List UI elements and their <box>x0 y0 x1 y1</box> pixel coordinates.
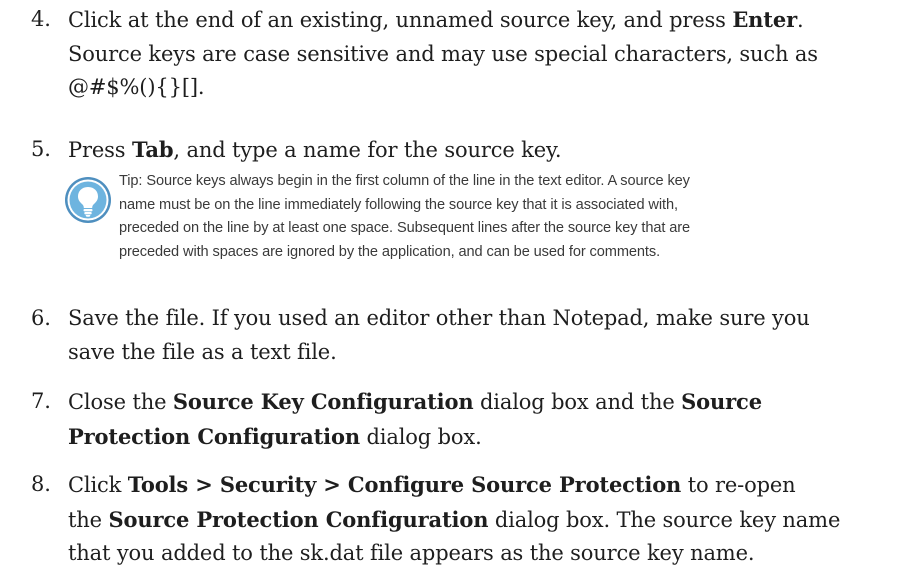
step-number: 7. <box>31 389 51 413</box>
special-characters: @#$%(){}[]. <box>68 75 205 99</box>
step-text: Click at the end of an existing, unnamed… <box>68 8 733 32</box>
step-body: Close the Source Key Configuration dialo… <box>68 385 898 454</box>
step-text: Press <box>68 138 132 162</box>
step-text: to re-open <box>681 473 796 497</box>
step-body: Press Tab, and type a name for the sourc… <box>68 133 898 168</box>
step-text: the <box>68 507 109 532</box>
step-body: Click Tools > Security > Configure Sourc… <box>68 468 898 571</box>
step-line: that you added to the sk.dat file appear… <box>68 537 898 571</box>
key-tab: Tab <box>131 137 174 162</box>
step-number: 6. <box>31 306 51 330</box>
document-page: 4. Click at the end of an existing, unna… <box>0 0 903 578</box>
step-text: Click <box>68 473 128 497</box>
dialog-name: Source <box>681 389 762 414</box>
tip-line: preceded on the line by at least one spa… <box>119 220 691 237</box>
step-text: that you added to the sk.dat file appear… <box>68 541 755 565</box>
step-body: Save the file. If you used an editor oth… <box>68 302 898 369</box>
step-line: save the file as a text file. <box>68 336 898 370</box>
key-enter: Enter <box>732 7 797 32</box>
step-text: dialog box and the <box>473 390 682 414</box>
step-text: Source keys are case sensitive and may u… <box>68 41 818 66</box>
step-line: Protection Configuration dialog box. <box>68 420 898 455</box>
step-body: Click at the end of an existing, unnamed… <box>68 3 898 105</box>
step-text: , and type a name for the source key. <box>173 138 562 162</box>
dialog-name: Protection Configuration <box>68 423 360 449</box>
step-text: Close the <box>68 390 173 414</box>
menu-path: Tools > Security > Configure Source Prot… <box>127 472 682 497</box>
step-line: Close the Source Key Configuration dialo… <box>68 385 898 420</box>
step-text: save the file as a text file. <box>68 339 337 364</box>
step-line: Click Tools > Security > Configure Sourc… <box>68 468 898 503</box>
step-text: Save the file. If you used an editor oth… <box>68 306 810 330</box>
step-line: Press Tab, and type a name for the sourc… <box>68 133 898 168</box>
step-text: . <box>796 8 804 32</box>
step-number: 5. <box>31 137 51 161</box>
dialog-name: Source Protection Configuration <box>108 506 489 532</box>
step-line: Save the file. If you used an editor oth… <box>68 302 898 336</box>
step-number: 4. <box>31 7 51 31</box>
tip-text: Tip: Source keys always begin in the fir… <box>119 170 889 265</box>
lightbulb-icon <box>65 177 111 223</box>
step-line: @#$%(){}[]. <box>68 71 898 105</box>
tip-callout: Tip: Source keys always begin in the fir… <box>64 170 894 262</box>
step-text: dialog box. <box>359 424 482 449</box>
step-line: Click at the end of an existing, unnamed… <box>68 3 898 38</box>
step-text: dialog box. The source key name <box>488 507 841 532</box>
step-line: Source keys are case sensitive and may u… <box>68 38 898 72</box>
step-line: the Source Protection Configuration dial… <box>68 503 898 538</box>
tip-line: name must be on the line immediately fol… <box>119 196 678 213</box>
step-number: 8. <box>31 472 51 496</box>
tip-line: preceded with spaces are ignored by the … <box>119 244 661 261</box>
dialog-name: Source Key Configuration <box>172 389 474 414</box>
tip-line: Tip: Source keys always begin in the fir… <box>119 173 690 189</box>
